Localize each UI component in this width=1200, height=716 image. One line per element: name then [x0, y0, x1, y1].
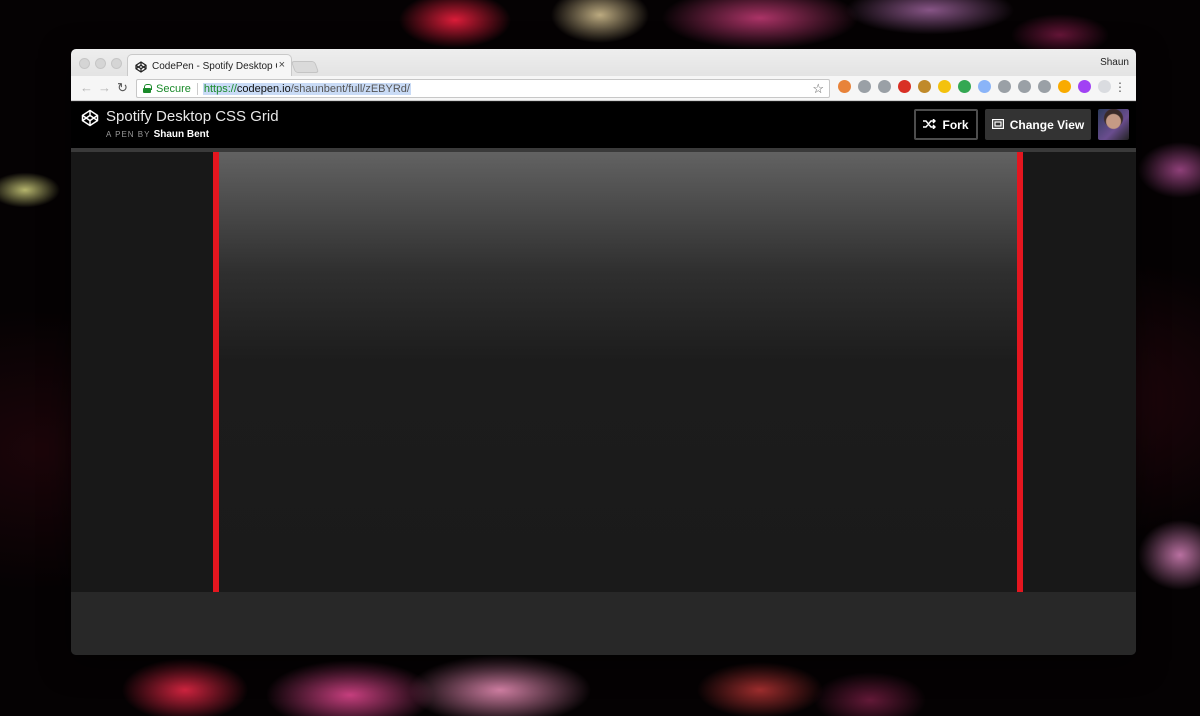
minimize-window-button[interactable] [95, 58, 106, 69]
zoom-window-button[interactable] [111, 58, 122, 69]
new-tab-button[interactable] [290, 61, 320, 73]
pen-byline: A PEN BY Shaun Bent [106, 129, 209, 140]
change-view-label: Change View [1009, 117, 1085, 132]
extension-icon[interactable] [878, 80, 891, 93]
extension-icon[interactable] [1018, 80, 1031, 93]
bookmark-star-icon[interactable]: ☆ [812, 81, 824, 97]
browser-titlebar: CodePen - Spotify Desktop CSS Grid × Sha… [71, 49, 1136, 77]
lock-icon [143, 84, 152, 93]
extension-icon[interactable] [858, 80, 871, 93]
layout-icon [991, 118, 1004, 132]
profile-name[interactable]: Shaun [1100, 57, 1129, 68]
url-scheme: https:// [203, 82, 237, 95]
extension-icon[interactable] [1078, 80, 1091, 93]
address-bar[interactable]: Secure https://codepen.io/shaunbent/full… [136, 79, 830, 98]
codepen-header: Spotify Desktop CSS Grid A PEN BY Shaun … [71, 102, 1136, 148]
url-text[interactable]: https://codepen.io/shaunbent/full/zEBYRd… [202, 82, 411, 95]
extensions-toolbar [838, 80, 1111, 93]
preview-footer-bar [71, 592, 1136, 655]
fork-button[interactable]: Fork [914, 109, 978, 140]
extension-icon[interactable] [958, 80, 971, 93]
url-host: codepen.io [236, 82, 291, 95]
extension-icon[interactable] [1058, 80, 1071, 93]
user-avatar[interactable] [1098, 109, 1129, 140]
back-arrow-icon[interactable]: ← [80, 80, 93, 96]
fork-label: Fork [942, 117, 969, 132]
pen-preview [71, 152, 1136, 592]
pen-title: Spotify Desktop CSS Grid [106, 108, 279, 125]
change-view-button[interactable]: Change View [985, 109, 1091, 140]
pen-author-link[interactable]: Shaun Bent [154, 129, 210, 140]
codepen-favicon-icon [135, 60, 147, 73]
codepen-logo-icon[interactable] [81, 109, 99, 127]
browser-menu-icon[interactable]: ⋮ [1114, 80, 1126, 94]
byline-prefix: A PEN BY [106, 130, 151, 139]
close-window-button[interactable] [79, 58, 90, 69]
browser-toolbar: ← → ↻ Secure https://codepen.io/shaunben… [71, 76, 1136, 101]
browser-window: CodePen - Spotify Desktop CSS Grid × Sha… [71, 49, 1136, 655]
extension-icon[interactable] [978, 80, 991, 93]
tab-title: CodePen - Spotify Desktop CSS Grid [152, 60, 277, 72]
omnibox-separator [196, 82, 198, 95]
extension-icon[interactable] [898, 80, 911, 93]
forward-arrow-icon[interactable]: → [98, 80, 111, 96]
extension-icon[interactable] [1038, 80, 1051, 93]
extension-icon[interactable] [938, 80, 951, 93]
secure-label: Secure [156, 82, 191, 95]
tab-close-icon[interactable]: × [279, 59, 285, 71]
browser-tab[interactable]: CodePen - Spotify Desktop CSS Grid × [127, 54, 292, 77]
fork-icon [923, 118, 937, 132]
extension-icon[interactable] [998, 80, 1011, 93]
extension-icon[interactable] [918, 80, 931, 93]
extension-icon[interactable] [838, 80, 851, 93]
extension-icon[interactable] [1098, 80, 1111, 93]
reload-icon[interactable]: ↻ [117, 80, 128, 96]
spotify-grid-stage [213, 152, 1023, 592]
url-path: /shaunbent/full/zEBYRd/ [290, 82, 410, 95]
